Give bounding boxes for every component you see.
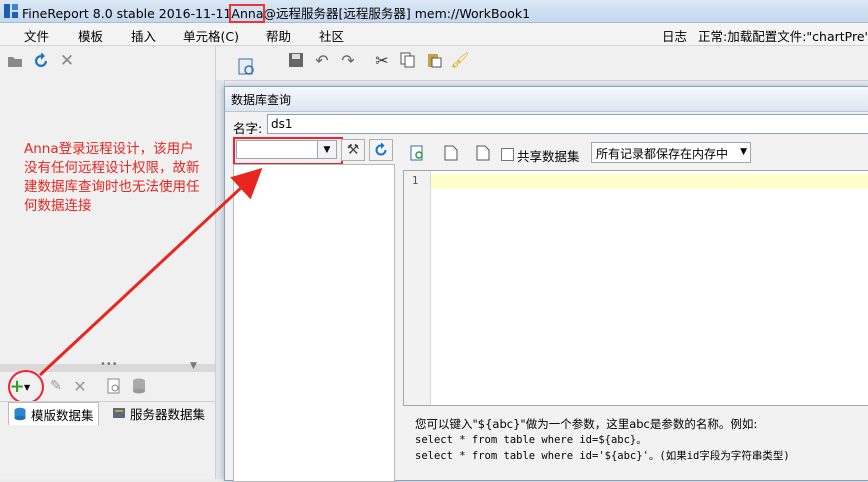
preview-icon[interactable] bbox=[238, 58, 254, 75]
menu-bar: 文件 模板 插入 单元格(C) 帮助 社区 日志 正常:加载配置文件:"char… bbox=[0, 23, 868, 46]
storage-mode-value: 所有记录都保存在内存中 bbox=[596, 147, 729, 161]
table-tree-panel[interactable] bbox=[233, 164, 395, 482]
current-line-highlight bbox=[431, 174, 868, 189]
format-brush-icon[interactable]: 🖌 bbox=[450, 51, 469, 69]
finereport-logo-icon bbox=[3, 3, 19, 19]
tab-template-label: 模版数据集 bbox=[31, 407, 94, 423]
name-label: 名字: bbox=[233, 121, 263, 136]
window-title-suffix: @远程服务器[远程服务器] mem://WorkBook1 bbox=[263, 6, 531, 21]
storage-dropdown-icon: ▼ bbox=[740, 147, 747, 157]
refresh-connection-icon[interactable] bbox=[369, 139, 393, 161]
new-param-icon[interactable] bbox=[443, 145, 459, 161]
database-icon[interactable] bbox=[131, 378, 147, 394]
menu-file[interactable]: 文件 bbox=[24, 26, 49, 45]
main-toolbar: ↶ ↷ ✂ 🖌 bbox=[216, 46, 868, 81]
preview-dataset-icon[interactable] bbox=[106, 378, 122, 394]
menu-log[interactable]: 日志 bbox=[662, 26, 687, 45]
storage-mode-select[interactable]: 所有记录都保存在内存中 ▼ bbox=[591, 142, 751, 163]
status-message: 正常:加载配置文件:"chartPre" bbox=[698, 29, 868, 44]
dialog-title: 数据库查询 bbox=[231, 93, 292, 107]
sql-editor[interactable]: 1 bbox=[403, 170, 868, 406]
hint-line-1: 您可以键入"${abc}"做为一个参数，这里abc是参数的名称。例如: bbox=[415, 417, 758, 431]
redo-icon[interactable]: ↷ bbox=[340, 51, 356, 70]
tab-server-datasets[interactable]: 服务器数据集 bbox=[108, 402, 209, 424]
parameter-hint: 您可以键入"${abc}"做为一个参数，这里abc是参数的名称。例如: sele… bbox=[415, 416, 865, 464]
menu-help[interactable]: 帮助 bbox=[266, 26, 291, 45]
edit-icon[interactable]: ✎ bbox=[48, 378, 64, 394]
page-icon[interactable] bbox=[475, 145, 491, 161]
left-panel: ✕ Anna登录远程设计，该用户没有任何远程设计权限，故新建数据库查询时也无法使… bbox=[0, 46, 216, 479]
line-number-gutter: 1 bbox=[404, 171, 431, 405]
undo-icon[interactable]: ↶ bbox=[314, 51, 330, 70]
edit-connection-tools-icon[interactable]: ⚒ bbox=[341, 139, 365, 161]
dataset-tabs: 模版数据集 服务器数据集 bbox=[0, 401, 215, 426]
refresh-icon[interactable] bbox=[33, 53, 49, 69]
tab-template-datasets[interactable]: 模版数据集 bbox=[8, 402, 99, 425]
add-button-highlight bbox=[8, 370, 44, 404]
hint-line-2: select * from table where id=${abc}。 bbox=[415, 434, 647, 446]
menu-community[interactable]: 社区 bbox=[319, 26, 344, 45]
window-title-prefix: FineReport 8.0 stable 2016-11-11 bbox=[22, 6, 232, 21]
server-db-icon bbox=[113, 408, 125, 418]
connection-select[interactable] bbox=[236, 140, 326, 159]
template-db-icon bbox=[14, 407, 26, 421]
save-icon[interactable] bbox=[288, 52, 304, 68]
copy-icon[interactable] bbox=[400, 52, 416, 68]
preview-sql-icon[interactable] bbox=[410, 145, 426, 161]
share-dataset-checkbox[interactable] bbox=[501, 148, 514, 161]
database-query-dialog: 数据库查询 名字: ▼ ⚒ 共享数据集 所有记录都保存在内存中 ▼ 1 您可以键… bbox=[224, 86, 868, 482]
hint-line-3: select * from table where id='${abc}'。(如… bbox=[415, 450, 790, 462]
line-number: 1 bbox=[412, 175, 419, 187]
menu-template[interactable]: 模板 bbox=[78, 26, 103, 45]
share-dataset-label: 共享数据集 bbox=[517, 149, 580, 164]
delete-icon[interactable]: ✕ bbox=[72, 377, 88, 396]
splitter-grip-icon: ••• bbox=[100, 359, 118, 370]
tab-server-label: 服务器数据集 bbox=[130, 406, 206, 422]
current-user: Anna bbox=[229, 4, 266, 23]
menu-cell[interactable]: 单元格(C) bbox=[183, 26, 239, 45]
splitter-down-icon: ▼ bbox=[190, 361, 197, 371]
window-title: FineReport 8.0 stable 2016-11-11Anna@远程服… bbox=[22, 3, 531, 23]
annotation-note: Anna登录远程设计，该用户没有任何远程设计权限，故新建数据库查询时也无法使用任… bbox=[24, 141, 200, 214]
close-icon[interactable]: ✕ bbox=[59, 51, 75, 71]
paste-icon[interactable] bbox=[426, 52, 442, 68]
connection-dropdown-arrow-icon[interactable]: ▼ bbox=[317, 140, 337, 159]
menu-insert[interactable]: 插入 bbox=[131, 26, 156, 45]
window-titlebar: FineReport 8.0 stable 2016-11-11Anna@远程服… bbox=[0, 0, 868, 23]
folder-icon[interactable] bbox=[7, 53, 23, 69]
name-field[interactable] bbox=[267, 114, 868, 134]
cut-icon[interactable]: ✂ bbox=[374, 51, 390, 70]
dialog-titlebar: 数据库查询 bbox=[225, 87, 868, 112]
